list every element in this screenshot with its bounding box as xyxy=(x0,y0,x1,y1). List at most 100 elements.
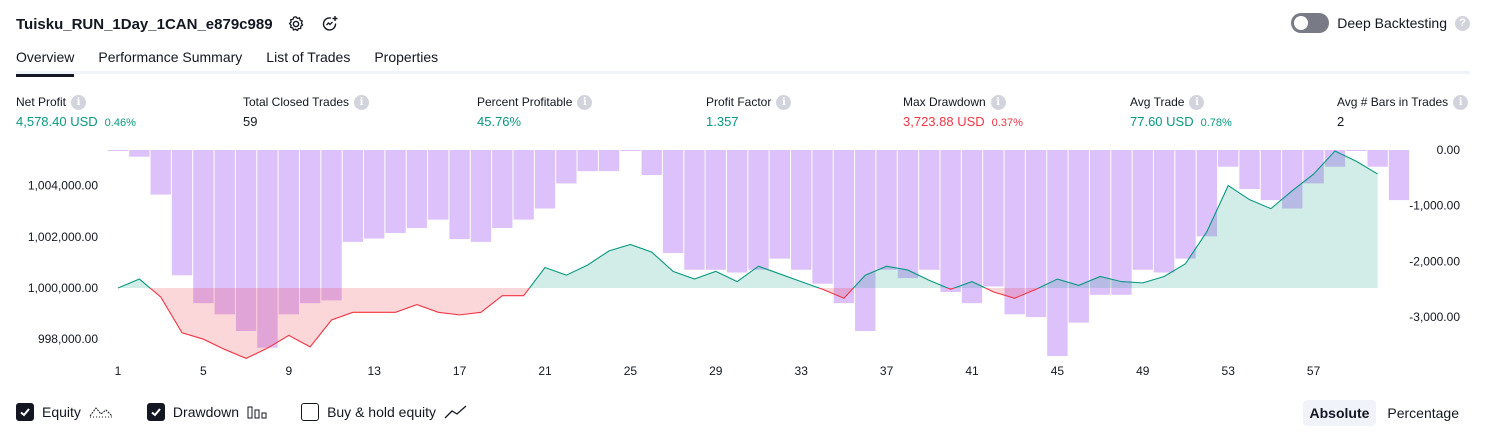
toggle-knob xyxy=(1294,16,1309,30)
metric-value: 45.76% xyxy=(477,114,522,129)
drawdown-bar xyxy=(1047,150,1068,357)
drawdown-bars-icon xyxy=(247,406,267,419)
drawdown-bar xyxy=(1367,150,1388,167)
x-axis-tick-label: 5 xyxy=(200,364,207,378)
drawdown-bar xyxy=(321,150,342,301)
metric-value: 4,578.40 USD xyxy=(16,114,98,129)
metric-label: Total Closed Trades xyxy=(243,95,350,109)
drawdown-bar xyxy=(1388,150,1410,201)
equity-checkbox[interactable] xyxy=(16,403,34,421)
x-axis-tick-label: 37 xyxy=(880,364,894,378)
legend-label: Drawdown xyxy=(172,404,240,420)
legend-equity[interactable]: Equity xyxy=(16,403,113,421)
drawdown-bar xyxy=(1132,150,1153,270)
add-to-chart-icon[interactable] xyxy=(319,13,341,35)
metric-net-profit: Net Profit i 4,578.40 USD 0.46% xyxy=(16,94,136,129)
drawdown-bar xyxy=(193,150,214,304)
metric-value: 3,723.88 USD xyxy=(903,114,985,129)
drawdown-bar xyxy=(919,150,940,270)
drawdown-bar xyxy=(1089,150,1111,295)
drawdown-bar xyxy=(492,150,513,228)
info-icon[interactable]: i xyxy=(776,94,792,110)
left-axis-tick-label: 1,004,000.00 xyxy=(28,179,98,193)
drawdown-bar xyxy=(961,150,983,304)
strategy-header: Tuisku_RUN_1Day_1CAN_e879c989 xyxy=(16,12,341,36)
x-axis-tick-label: 17 xyxy=(453,364,467,378)
x-axis-tick-label: 45 xyxy=(1051,364,1065,378)
metric-percent: 0.37% xyxy=(991,117,1023,129)
x-axis-tick-label: 57 xyxy=(1307,364,1321,378)
drawdown-bar xyxy=(812,150,833,284)
drawdown-bar xyxy=(662,150,684,254)
drawdown-checkbox[interactable] xyxy=(146,403,165,421)
drawdown-bar xyxy=(855,150,876,332)
drawdown-bar xyxy=(726,150,748,273)
metric-avg-bars: Avg # Bars in Trades i 2 xyxy=(1337,94,1469,129)
drawdown-bar xyxy=(1260,150,1282,201)
x-axis-tick-label: 25 xyxy=(624,364,638,378)
right-axis-tick-label: -3,000.00 xyxy=(1409,310,1460,324)
drawdown-bar xyxy=(769,150,791,259)
drawdown-bar xyxy=(791,150,812,270)
x-axis-tick-label: 29 xyxy=(709,364,723,378)
legend-label: Buy & hold equity xyxy=(327,404,437,420)
drawdown-bar xyxy=(577,150,598,172)
metric-percent-profitable: Percent Profitable i 45.76% xyxy=(477,94,593,129)
x-axis-tick-label: 33 xyxy=(795,364,809,378)
buy-hold-checkbox[interactable] xyxy=(301,403,320,421)
legend-drawdown[interactable]: Drawdown xyxy=(146,403,267,421)
x-axis-tick-label: 49 xyxy=(1136,364,1150,378)
drawdown-bar xyxy=(748,150,769,270)
deep-backtesting: Deep Backtesting ? xyxy=(1291,13,1470,33)
x-axis-tick-label: 21 xyxy=(538,364,552,378)
right-axis-tick-label: -2,000.00 xyxy=(1409,254,1460,268)
drawdown-bar xyxy=(620,150,641,151)
drawdown-bar xyxy=(833,150,855,304)
drawdown-bar xyxy=(641,150,662,176)
metric-value: 59 xyxy=(243,114,258,129)
tab-overview[interactable]: Overview xyxy=(16,48,75,77)
drawdown-bar xyxy=(406,150,428,228)
equity-line-icon xyxy=(89,407,113,418)
absolute-button[interactable]: Absolute xyxy=(1302,400,1377,426)
drawdown-bar xyxy=(940,150,961,293)
drawdown-bar xyxy=(1068,150,1089,323)
metric-total-closed-trades: Total Closed Trades i 59 xyxy=(243,94,370,129)
drawdown-bar xyxy=(556,150,577,184)
drawdown-bar xyxy=(1239,150,1260,189)
percentage-button[interactable]: Percentage xyxy=(1380,400,1466,426)
metric-profit-factor: Profit Factor i 1.357 xyxy=(706,94,792,129)
drawdown-bar xyxy=(129,150,150,157)
tab-properties[interactable]: Properties xyxy=(374,48,438,74)
tab-bar: Overview Performance Summary List of Tra… xyxy=(16,48,1470,77)
deep-backtesting-toggle[interactable] xyxy=(1291,13,1330,33)
metric-label: Profit Factor xyxy=(706,95,772,109)
deep-backtesting-label: Deep Backtesting xyxy=(1337,15,1447,31)
drawdown-bar xyxy=(1111,150,1132,295)
settings-gear-icon[interactable] xyxy=(285,13,307,35)
info-icon[interactable]: i xyxy=(1453,94,1469,110)
value-mode-switch: Absolute Percentage xyxy=(1302,400,1467,426)
info-icon[interactable]: i xyxy=(990,94,1006,110)
legend-buy-hold[interactable]: Buy & hold equity xyxy=(301,403,468,421)
info-icon[interactable]: i xyxy=(1189,94,1205,110)
drawdown-bar xyxy=(876,150,897,270)
left-axis-tick-label: 1,002,000.00 xyxy=(28,230,98,244)
drawdown-bar xyxy=(513,150,534,220)
drawdown-bar xyxy=(598,150,620,172)
info-icon[interactable]: i xyxy=(354,94,370,110)
info-icon[interactable]: i xyxy=(71,94,87,110)
drawdown-bar xyxy=(1218,150,1239,167)
metric-avg-trade: Avg Trade i 77.60 USD 0.78% xyxy=(1130,94,1232,129)
right-axis-tick-label: 0.00 xyxy=(1437,143,1461,157)
info-icon[interactable]: i xyxy=(577,94,593,110)
equity-drawdown-chart[interactable]: 1,004,000.00 1,002,000.00 1,000,000.00 998,… xyxy=(0,140,1486,380)
x-axis-tick-label: 1 xyxy=(115,364,122,378)
drawdown-bar xyxy=(364,150,385,239)
metric-max-drawdown: Max Drawdown i 3,723.88 USD 0.37% xyxy=(903,94,1023,129)
tab-performance-summary[interactable]: Performance Summary xyxy=(98,48,242,74)
help-icon[interactable]: ? xyxy=(1455,15,1470,31)
left-axis-tick-label: 998,000.00 xyxy=(38,332,98,346)
drawdown-bar xyxy=(1175,150,1196,259)
tab-list-of-trades[interactable]: List of Trades xyxy=(266,48,350,74)
